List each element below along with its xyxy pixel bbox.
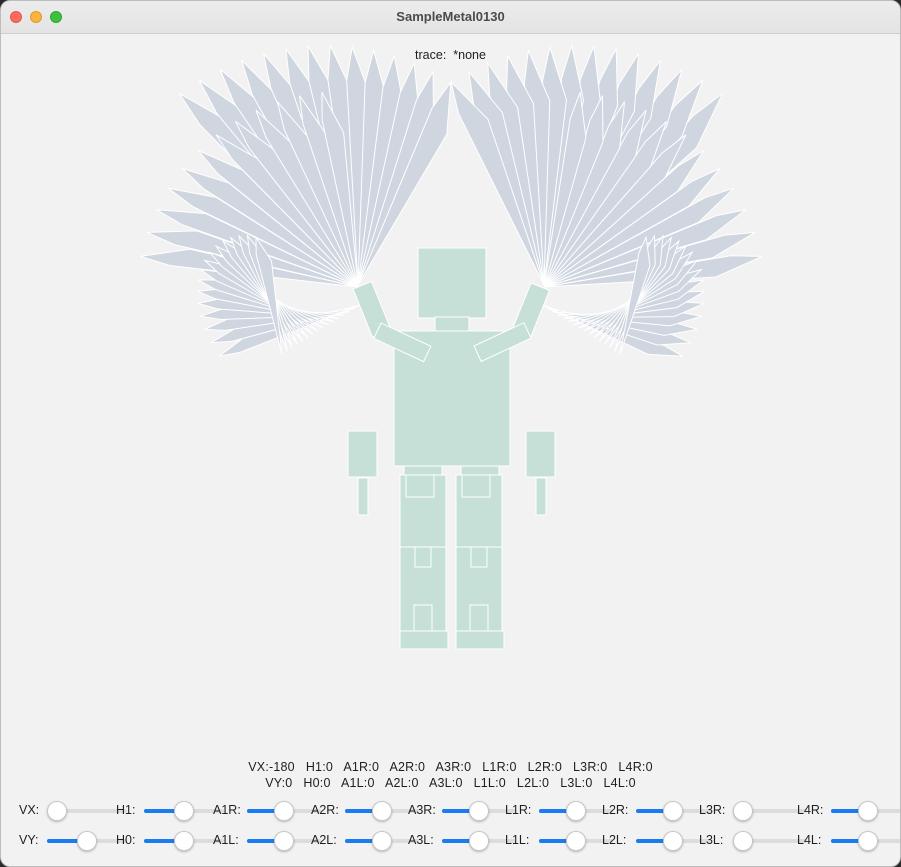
slider-label: A1L: [213, 833, 239, 847]
slider-knob[interactable] [174, 831, 194, 851]
slider-track[interactable] [47, 831, 127, 851]
slider-label: H1: [116, 803, 136, 817]
slider-track[interactable] [144, 831, 224, 851]
window-title: SampleMetal0130 [396, 9, 505, 24]
left-wing [139, 43, 452, 357]
robot-shin-notch-right [470, 546, 488, 568]
title-bar: SampleMetal0130 [1, 1, 900, 34]
slider-knob[interactable] [274, 801, 294, 821]
right-wing [450, 43, 763, 357]
slider-knob[interactable] [858, 831, 878, 851]
app-window: SampleMetal0130 trace: *none VX:-180 H1:… [0, 0, 901, 867]
slider-knob[interactable] [47, 801, 67, 821]
slider-track[interactable] [733, 831, 807, 851]
slider-track[interactable] [247, 801, 321, 821]
slider-knob[interactable] [372, 801, 392, 821]
slider-label: L2R: [602, 803, 629, 817]
slider-track[interactable] [831, 831, 900, 851]
slider-label: VX: [19, 803, 40, 817]
robot-ankle-left [413, 604, 433, 634]
slider-knob[interactable] [274, 831, 294, 851]
slider-label: L3L: [699, 833, 724, 847]
slider-label: A3R: [408, 803, 436, 817]
slider-label: L4R: [797, 803, 824, 817]
slider-knob[interactable] [174, 801, 194, 821]
robot-side-right [525, 430, 556, 478]
slider-row-1: VX: H1: A1R: A2R: A3R: L1R: L2R: L3R: L4R: [1, 799, 900, 823]
readout-line-1: VX:-180 H1:0 A1R:0 A2R:0 A3R:0 L1R:0 L2R… [248, 760, 653, 774]
slider-knob[interactable] [733, 801, 753, 821]
figure-canvas [139, 43, 763, 650]
slider-label: A3L: [408, 833, 434, 847]
slider-knob[interactable] [566, 801, 586, 821]
slider-label: L1R: [505, 803, 532, 817]
slider-label: H0: [116, 833, 136, 847]
slider-label: VY: [19, 833, 39, 847]
robot-side-left [347, 430, 378, 478]
slider-knob[interactable] [469, 801, 489, 821]
robot-hip-right [460, 465, 500, 476]
slider-knob[interactable] [858, 801, 878, 821]
robot-foot-left [399, 630, 449, 650]
slider-knob[interactable] [372, 831, 392, 851]
slider-label: A2L: [311, 833, 337, 847]
slider-track[interactable] [733, 801, 807, 821]
slider-row-2: VY: H0: A1L: A2L: A3L: L1L: L2L: L3L: L4L: [1, 829, 900, 853]
robot-side-right-lower [535, 477, 547, 516]
robot-ankle-right [469, 604, 489, 634]
slider-label: L2L: [602, 833, 627, 847]
robot-foot-right [455, 630, 505, 650]
slider-track[interactable] [47, 801, 127, 821]
slider-knob[interactable] [663, 801, 683, 821]
robot-figure [347, 247, 556, 650]
slider-knob[interactable] [566, 831, 586, 851]
robot-head [417, 247, 487, 319]
slider-label: A1R: [213, 803, 241, 817]
slider-track[interactable] [144, 801, 224, 821]
robot-side-left-lower [357, 477, 369, 516]
slider-label: L1L: [505, 833, 530, 847]
slider-knob[interactable] [733, 831, 753, 851]
robot-knee-plate-left [405, 474, 435, 498]
slider-label: L3R: [699, 803, 726, 817]
slider-knob[interactable] [469, 831, 489, 851]
slider-track[interactable] [247, 831, 321, 851]
slider-label: L4L: [797, 833, 822, 847]
slider-track[interactable] [831, 801, 900, 821]
robot-shin-notch-left [414, 546, 432, 568]
slider-knob[interactable] [663, 831, 683, 851]
slider-label: A2R: [311, 803, 339, 817]
readout-line-2: VY:0 H0:0 A1L:0 A2L:0 A3L:0 L1L:0 L2L:0 … [265, 776, 636, 790]
robot-knee-plate-right [461, 474, 491, 498]
slider-knob[interactable] [77, 831, 97, 851]
robot-hip-left [403, 465, 443, 476]
